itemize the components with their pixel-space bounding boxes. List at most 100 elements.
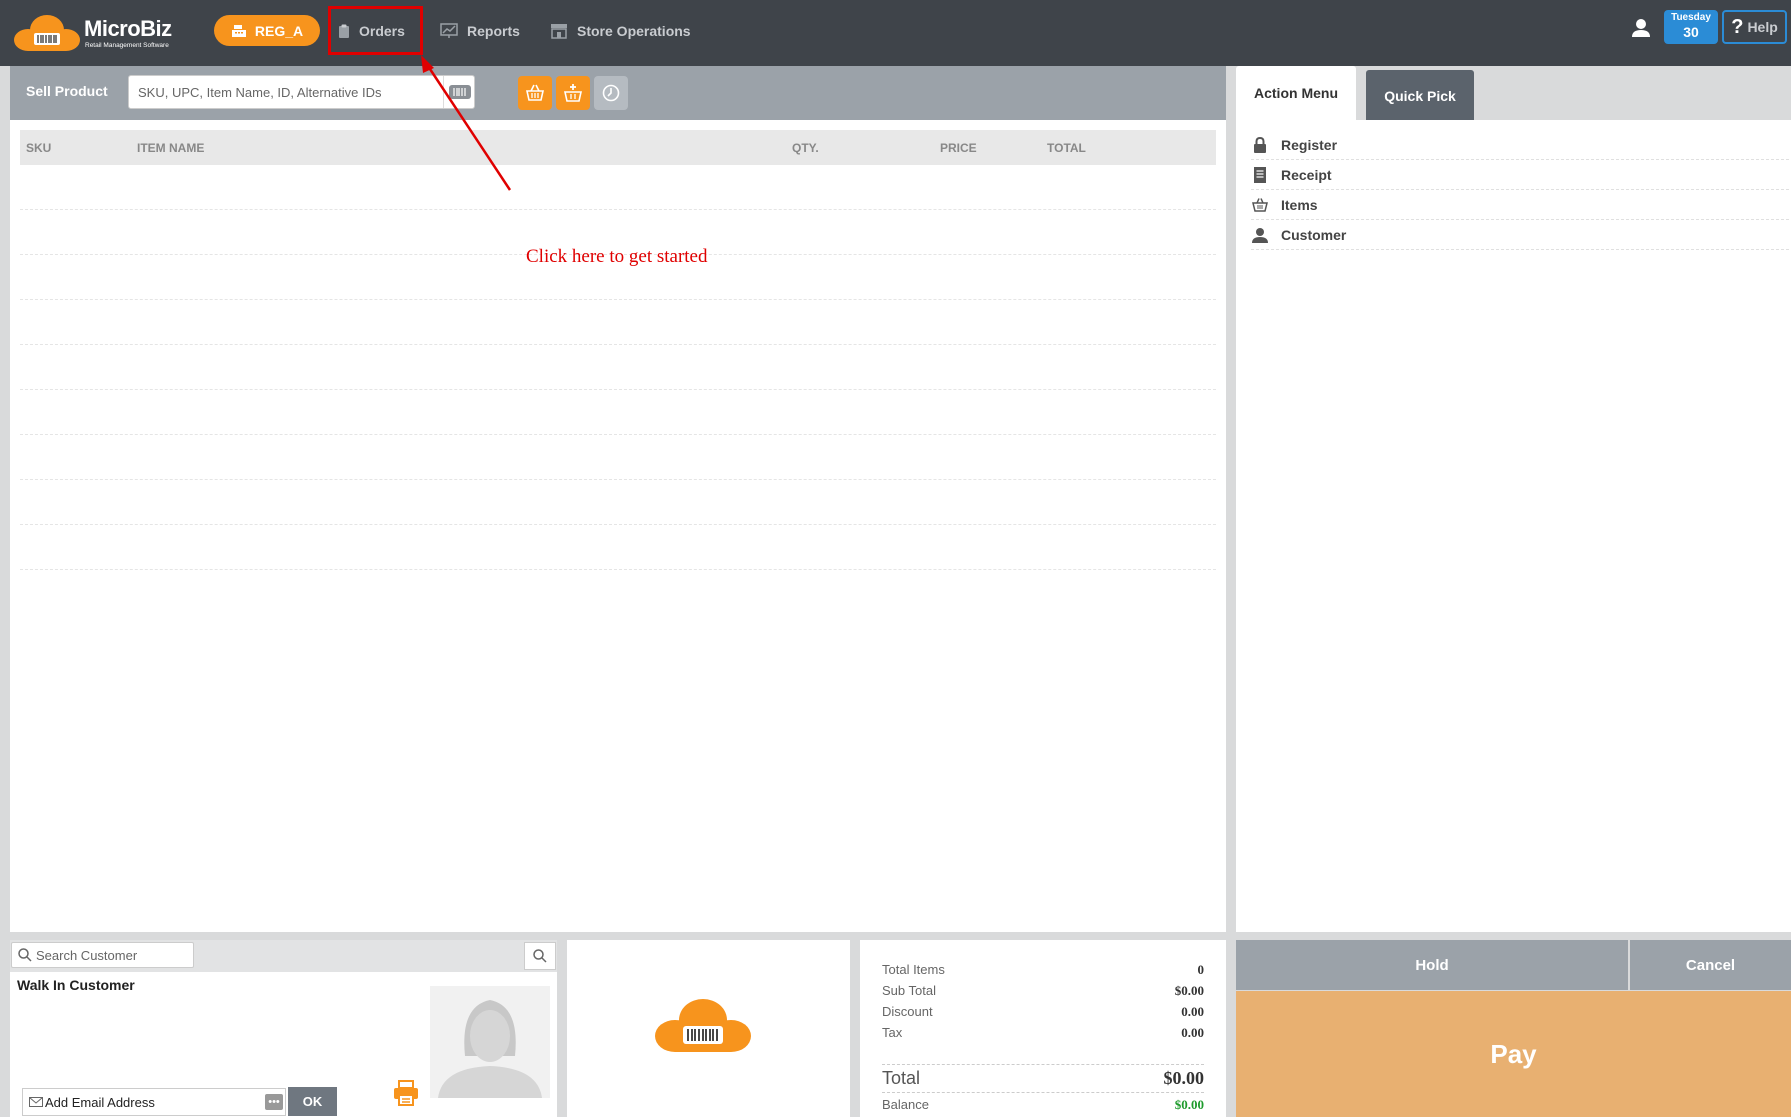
nav-reports-label: Reports [467, 23, 520, 39]
history-icon [602, 84, 620, 102]
tab-quick-pick[interactable]: Quick Pick [1366, 70, 1474, 120]
column-qty: QTY. [792, 141, 819, 155]
action-register-label: Register [1281, 136, 1338, 153]
history-button[interactable] [594, 76, 628, 110]
pay-button[interactable]: Pay [1236, 991, 1791, 1117]
email-ok-button[interactable]: OK [288, 1087, 337, 1116]
table-row [20, 209, 1216, 210]
tax-value: 0.00 [1181, 1025, 1204, 1040]
product-search-box [128, 75, 475, 109]
customer-search-input[interactable] [36, 943, 191, 967]
basket-icon [1251, 196, 1269, 214]
user-account-icon[interactable] [1632, 18, 1650, 38]
cash-register-icon [231, 24, 246, 37]
action-receipt[interactable]: Receipt [1251, 160, 1789, 190]
discount-row: Discount 0.00 [882, 1004, 1204, 1020]
help-button[interactable]: ? Help [1722, 10, 1787, 44]
add-basket-button[interactable] [518, 76, 552, 110]
cloud-logo-icon [14, 15, 80, 51]
user-icon [1251, 226, 1269, 244]
nav-store-operations-label: Store Operations [577, 23, 691, 39]
basket-plus-button[interactable] [556, 76, 590, 110]
customer-search-bar [10, 940, 557, 972]
product-search-input[interactable] [129, 76, 439, 108]
table-row [20, 299, 1216, 300]
register-button[interactable]: REG_A [214, 15, 320, 46]
customer-panel: Walk In Customer ••• OK [10, 940, 557, 1117]
customer-avatar [430, 986, 550, 1098]
action-customer[interactable]: Customer [1251, 220, 1789, 250]
tab-action-menu[interactable]: Action Menu [1236, 66, 1356, 120]
email-options-icon[interactable]: ••• [265, 1094, 283, 1110]
store-icon [551, 24, 567, 39]
discount-value: 0.00 [1181, 1004, 1204, 1019]
getting-started-annotation: Click here to get started [526, 246, 708, 267]
hold-button[interactable]: Hold [1236, 940, 1628, 990]
column-price: PRICE [940, 141, 977, 155]
cart-table-header: SKU ITEM NAME QTY. PRICE TOTAL [20, 130, 1216, 165]
receipt-icon [1251, 166, 1269, 184]
discount-label: Discount [882, 1004, 933, 1019]
customer-search-button[interactable] [524, 942, 556, 970]
table-row [20, 569, 1216, 570]
right-panel-tabs: Action Menu Quick Pick [1236, 66, 1791, 120]
cloud-logo-icon [655, 999, 751, 1052]
female-avatar-icon [438, 1000, 542, 1098]
table-row [20, 434, 1216, 435]
top-navigation-bar: MicroBiz Retail Management Software REG_… [0, 0, 1791, 66]
subtotal-label: Sub Total [882, 983, 936, 998]
basket-icon [526, 84, 544, 101]
total-value: $0.00 [1163, 1068, 1205, 1088]
basket-plus-icon [564, 84, 582, 102]
total-items-label: Total Items [882, 962, 945, 977]
totals-panel: Total Items 0 Sub Total $0.00 Discount 0… [860, 940, 1226, 1117]
search-icon [533, 949, 547, 963]
totals-divider [882, 1064, 1204, 1065]
column-sku: SKU [26, 141, 52, 155]
print-icon[interactable] [393, 1080, 419, 1109]
customer-search-box [11, 942, 194, 968]
brand-logo-panel [567, 940, 850, 1117]
balance-row: Balance $0.00 [882, 1097, 1204, 1113]
table-row [20, 344, 1216, 345]
help-label: Help [1747, 19, 1778, 35]
total-row: Total $0.00 [882, 1068, 1204, 1089]
balance-value: $0.00 [1174, 1097, 1204, 1112]
total-items-value: 0 [1197, 962, 1205, 977]
total-items-row: Total Items 0 [882, 962, 1204, 978]
column-item-name: ITEM NAME [137, 141, 205, 155]
table-row [20, 524, 1216, 525]
chart-icon [440, 23, 458, 38]
nav-store-operations[interactable]: Store Operations [550, 20, 691, 42]
cancel-button[interactable]: Cancel [1630, 940, 1791, 990]
action-items[interactable]: Items [1251, 190, 1789, 220]
orders-highlight-box [328, 6, 423, 55]
column-total: TOTAL [1047, 141, 1086, 155]
microbiz-logo[interactable]: MicroBiz Retail Management Software [14, 14, 179, 52]
sell-product-bar: Sell Product [10, 66, 1226, 120]
action-items-label: Items [1281, 196, 1318, 213]
nav-reports[interactable]: Reports [440, 20, 520, 42]
totals-divider [882, 1092, 1204, 1093]
date-badge: Tuesday 30 [1664, 10, 1718, 44]
search-icon [18, 948, 32, 962]
subtotal-row: Sub Total $0.00 [882, 983, 1204, 999]
date-day: Tuesday [1671, 12, 1711, 23]
date-number: 30 [1683, 24, 1699, 40]
question-icon: ? [1731, 15, 1744, 38]
email-box: ••• [22, 1088, 286, 1116]
sell-panel: Sell Product SKU, UPC, Item Name, ID, Al… [10, 66, 1226, 932]
barcode-scan-icon[interactable] [443, 76, 475, 108]
action-receipt-label: Receipt [1281, 166, 1332, 183]
logo-subtitle: Retail Management Software [85, 42, 169, 49]
action-register[interactable]: Register [1251, 130, 1789, 160]
tax-row: Tax 0.00 [882, 1025, 1204, 1041]
logo-text: MicroBiz [84, 16, 172, 41]
table-row [20, 389, 1216, 390]
email-input[interactable] [45, 1089, 260, 1115]
subtotal-value: $0.00 [1174, 983, 1204, 998]
action-customer-label: Customer [1281, 226, 1347, 243]
lock-icon [1251, 136, 1269, 154]
tax-label: Tax [882, 1025, 903, 1040]
sell-product-label: Sell Product [26, 83, 108, 99]
